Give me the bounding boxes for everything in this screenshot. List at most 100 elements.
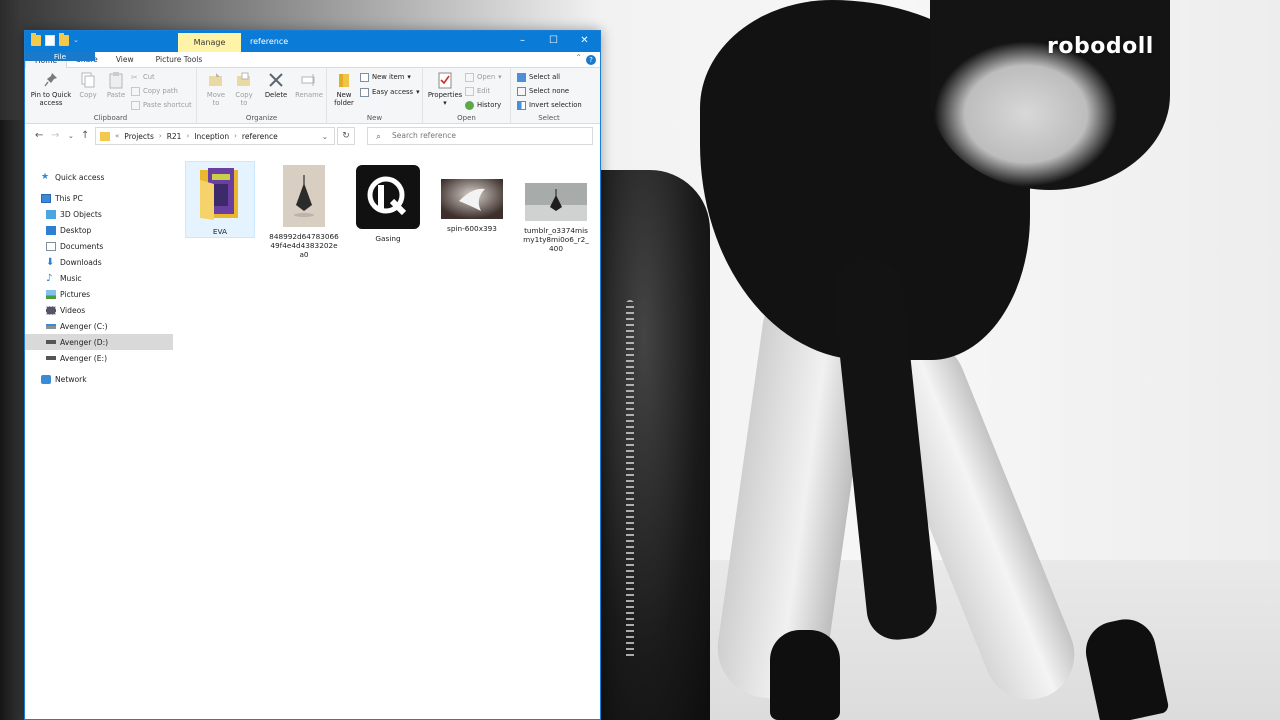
- window-controls: – ☐ ✕: [507, 31, 600, 52]
- address-dropdown-chevron-icon[interactable]: ⌄: [322, 132, 328, 141]
- search-icon: ⌕: [376, 132, 382, 142]
- select-all-button[interactable]: Select all: [517, 71, 560, 83]
- nav-downloads[interactable]: ⬇ Downloads: [25, 254, 173, 270]
- customize-qat-icon[interactable]: ⌄: [73, 35, 81, 46]
- open-button[interactable]: Open ▾: [465, 71, 502, 83]
- paste-label: Paste: [106, 91, 126, 99]
- tab-file[interactable]: File: [25, 52, 95, 61]
- nav-label: Avenger (C:): [60, 321, 108, 331]
- file-name: spin-600x393: [447, 224, 497, 233]
- paste-button[interactable]: Paste: [103, 71, 129, 99]
- file-item-spin-600x393[interactable]: spin-600x393: [437, 161, 507, 233]
- nav-pictures[interactable]: Pictures: [25, 286, 173, 302]
- help-icon[interactable]: ?: [586, 55, 596, 65]
- forward-arrow-icon[interactable]: →: [51, 130, 59, 141]
- up-arrow-icon[interactable]: ↑: [81, 130, 89, 141]
- breadcrumb-projects[interactable]: Projects: [124, 132, 154, 141]
- select-none-button[interactable]: Select none: [517, 85, 569, 97]
- recent-locations-chevron-icon[interactable]: ⌄: [68, 132, 74, 140]
- file-item-tumblr-o3374mis[interactable]: tumblr_o3374mis my1ty8mi0o6_r2_ 400: [521, 161, 591, 253]
- nav-quick-access[interactable]: ★ Quick access: [25, 169, 173, 185]
- address-bar[interactable]: « Projects › R21 › Inception › reference…: [95, 127, 335, 145]
- nav-videos[interactable]: Videos: [25, 302, 173, 318]
- download-arrow-icon: ⬇: [46, 256, 55, 268]
- new-folder-button[interactable]: New folder: [331, 71, 357, 107]
- breadcrumb-separator-icon[interactable]: ›: [186, 132, 189, 140]
- nav-label: Desktop: [60, 225, 92, 235]
- drive-icon: [46, 356, 56, 360]
- easy-access-button[interactable]: Easy access ▾: [360, 86, 420, 98]
- ribbon-tabs: File Home Share View Picture Tools ⌃ ?: [25, 52, 600, 69]
- title-bar[interactable]: ⌄ Manage reference – ☐ ✕: [25, 31, 600, 52]
- copy-path-button[interactable]: Copy path: [131, 85, 178, 97]
- breadcrumb-inception[interactable]: Inception: [194, 132, 229, 141]
- breadcrumb-separator-icon[interactable]: ›: [234, 132, 237, 140]
- breadcrumb-overflow-icon[interactable]: «: [115, 132, 119, 140]
- nav-network[interactable]: Network: [25, 371, 173, 387]
- nav-drive-e[interactable]: Avenger (E:): [25, 350, 173, 366]
- open-icon: [465, 72, 474, 82]
- computer-icon: [41, 193, 51, 203]
- documents-icon: [46, 241, 56, 251]
- copy-to-label-2: to: [240, 99, 248, 107]
- invert-selection-button[interactable]: Invert selection: [517, 99, 582, 111]
- properties-icon[interactable]: [45, 35, 55, 46]
- nav-label: Network: [55, 374, 87, 384]
- new-item-button[interactable]: New item ▾: [360, 71, 411, 83]
- folder-icon[interactable]: [31, 33, 41, 46]
- chevron-down-icon: ▾: [416, 88, 420, 96]
- paste-shortcut-button[interactable]: Paste shortcut: [131, 99, 192, 111]
- refresh-icon[interactable]: ↻: [337, 127, 355, 145]
- nav-desktop[interactable]: Desktop: [25, 222, 173, 238]
- breadcrumb-separator-icon[interactable]: ›: [159, 132, 162, 140]
- copy-button[interactable]: Copy: [75, 71, 101, 99]
- window-title: reference: [250, 37, 289, 46]
- breadcrumb-reference[interactable]: reference: [242, 132, 278, 141]
- breadcrumb-r21[interactable]: R21: [167, 132, 182, 141]
- pin-quick-access-button[interactable]: Pin to Quick access: [29, 71, 73, 107]
- group-label-select: Select: [538, 114, 560, 122]
- nav-3d-objects[interactable]: 3D Objects: [25, 206, 173, 222]
- minimize-button[interactable]: –: [507, 31, 538, 52]
- manage-context-tab[interactable]: Manage: [178, 33, 241, 52]
- delete-button[interactable]: Delete: [261, 71, 291, 99]
- image-thumbnail-spin: [441, 179, 503, 219]
- nav-label: Downloads: [60, 257, 102, 267]
- edit-label: Edit: [477, 87, 491, 95]
- nav-drive-d[interactable]: Avenger (D:): [25, 334, 173, 350]
- rename-button[interactable]: Rename: [293, 71, 325, 99]
- cut-button[interactable]: ✂ Cut: [131, 71, 155, 83]
- file-item-eva[interactable]: EVA: [185, 161, 255, 238]
- nav-label: Avenger (E:): [60, 353, 108, 363]
- wallpaper-chair-studs: [626, 300, 634, 660]
- properties-button[interactable]: Properties ▾: [427, 71, 463, 107]
- tab-picture-tools[interactable]: Picture Tools: [147, 52, 212, 67]
- nav-drive-c[interactable]: Avenger (C:): [25, 318, 173, 334]
- gasing-app-logo-icon: [356, 165, 420, 229]
- ribbon-group-select: Select all Select none Invert selection …: [511, 68, 587, 124]
- network-icon: [41, 374, 51, 384]
- back-arrow-icon[interactable]: ←: [35, 130, 43, 141]
- maximize-button[interactable]: ☐: [538, 31, 569, 52]
- move-to-button[interactable]: Move to: [203, 71, 229, 107]
- nav-music[interactable]: ♪ Music: [25, 270, 173, 286]
- nav-this-pc[interactable]: This PC: [25, 190, 173, 206]
- nav-documents[interactable]: Documents: [25, 238, 173, 254]
- file-item-848992d64783066[interactable]: 848992d64783066 49f4e4d4383202e a0: [269, 161, 339, 259]
- copy-to-button[interactable]: Copy to: [231, 71, 257, 107]
- edit-icon: [465, 86, 474, 96]
- group-label-clipboard: Clipboard: [93, 114, 128, 122]
- quick-access-toolbar: ⌄: [31, 33, 81, 46]
- select-none-label: Select none: [529, 87, 570, 95]
- edit-button[interactable]: Edit: [465, 85, 490, 97]
- search-input[interactable]: ⌕ Search reference: [367, 127, 593, 145]
- file-item-gasing[interactable]: Gasing: [353, 161, 423, 243]
- close-button[interactable]: ✕: [569, 31, 600, 52]
- new-folder-icon[interactable]: [59, 33, 69, 46]
- tab-view[interactable]: View: [107, 52, 143, 67]
- history-button[interactable]: History: [465, 99, 501, 111]
- address-row: ← → ⌄ ↑ « Projects › R21 › Inception › r…: [25, 124, 600, 148]
- chevron-down-icon: ▾: [443, 99, 447, 107]
- collapse-ribbon-icon[interactable]: ⌃: [575, 53, 582, 62]
- nav-label: Documents: [60, 241, 104, 251]
